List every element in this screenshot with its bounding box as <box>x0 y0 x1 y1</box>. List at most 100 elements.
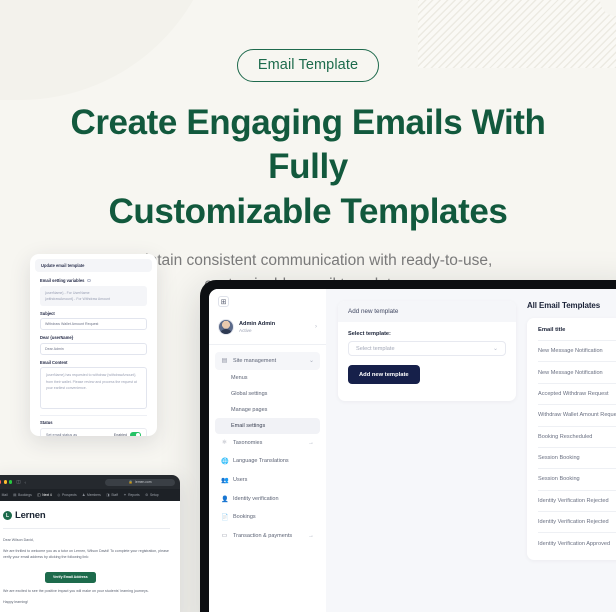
email-body: L Lernen Dear Wilson David, We are thril… <box>0 501 180 612</box>
table-row[interactable]: Session Booking <box>538 468 616 489</box>
members-icon: ♟ <box>82 493 86 497</box>
sidebar-toggle-icon[interactable]: ◫ <box>16 479 20 485</box>
add-template-header: Add new template <box>338 301 516 322</box>
status-toggle[interactable] <box>130 432 141 436</box>
dear-field-group: Dear {userName} Dear Admin <box>40 335 147 355</box>
subject-label: Subject <box>40 310 55 316</box>
variable-item: {withdrawAmount} - For Withdraw Amount <box>45 296 110 301</box>
arrow-right-icon: → <box>308 439 314 446</box>
select-template-label: Select template: <box>348 331 391 337</box>
dear-input[interactable]: Dear Admin <box>40 342 147 355</box>
sidebar-item-email-settings[interactable]: Email settings <box>215 417 320 434</box>
subject-input[interactable]: Withdraw Wallet Amount Request <box>40 318 147 331</box>
table-row[interactable]: Withdraw Wallet Amount Request <box>538 404 616 425</box>
url-text: lernen.com <box>135 480 152 484</box>
sidebar-item-label: Site management <box>233 357 277 364</box>
sidebar-item-label: Identity verification <box>233 495 279 502</box>
section-badge: Email Template <box>236 49 380 82</box>
close-icon[interactable] <box>0 480 2 484</box>
sidebar-item-language-translations[interactable]: 🌐 Language Translations <box>215 452 320 471</box>
sidebar-user-card[interactable]: Admin Admin Active › <box>209 315 326 345</box>
sidebar-item-label: Transaction & payments <box>233 532 293 539</box>
card-title: Update email template <box>35 259 152 272</box>
status-toggle-group[interactable]: Enabled <box>114 432 141 436</box>
page-root: Email Template Create Engaging Emails Wi… <box>0 0 616 612</box>
verify-email-button[interactable]: Verify Email Address <box>45 571 96 584</box>
divider <box>40 415 147 416</box>
tab-label: Prospects <box>62 493 77 497</box>
staff-icon: ◨ <box>106 493 110 497</box>
tab-reports[interactable]: ✦ Reports <box>123 493 139 497</box>
tab-members[interactable]: ♟ Members <box>82 493 101 497</box>
sidebar-item-taxonomies[interactable]: ⚛ Taxonomies → <box>215 434 320 452</box>
table-row[interactable]: Booking Rescheduled <box>538 425 616 447</box>
chevron-down-icon: ⌄ <box>308 358 314 365</box>
sidebar-item-transaction-payments[interactable]: ▭ Transaction & payments → <box>215 527 320 545</box>
table-row[interactable]: Identity Verification Rejected <box>538 511 616 532</box>
sidebar-item-global-settings[interactable]: Global settings <box>215 386 320 402</box>
reports-icon: ✦ <box>123 493 127 497</box>
sidebar-item-menus[interactable]: Menus <box>215 370 320 386</box>
tab-label: Reports <box>128 493 140 497</box>
hero-header: Email Template Create Engaging Emails Wi… <box>0 0 616 296</box>
tab-label: Next 4 <box>42 493 52 497</box>
email-content-textarea[interactable]: {userName} has requested to withdraw {wi… <box>40 367 147 410</box>
user-status: Active <box>239 328 252 334</box>
sidebar-item-manage-pages[interactable]: Manage pages <box>215 402 320 418</box>
tab-next-4[interactable]: ◫ Next 4 <box>37 493 52 497</box>
table-row[interactable]: Session Booking <box>538 446 616 468</box>
tab-staff[interactable]: ◨ Staff <box>106 493 118 497</box>
sidebar-item-bookings[interactable]: 📄 Bookings <box>215 508 320 527</box>
page-title-line2: Customizable Templates <box>108 191 508 231</box>
select-template-dropdown[interactable]: Select template ⌄ <box>348 341 506 356</box>
email-variables-text: Email setting variables <box>40 278 85 283</box>
add-template-body: Select template: Select template ⌄ Add n… <box>338 322 516 384</box>
table-row[interactable]: Identity Verification Rejected <box>538 489 616 511</box>
user-name: Admin Admin <box>239 320 276 327</box>
email-paragraph-1: We are thrilled to welcome you as a tuto… <box>3 548 169 560</box>
table-row[interactable]: Identity Verification Approved <box>538 532 616 553</box>
tab-prospects[interactable]: ◎ Prospects <box>57 493 76 497</box>
table-column-header-email-title: Email title <box>538 327 566 333</box>
tablet-screen: ⊞ Admin Admin Active › ▤ Site management… <box>209 289 616 612</box>
sidebar-logo[interactable]: ⊞ <box>209 296 326 315</box>
table-row[interactable]: New Message Notification <box>538 340 616 361</box>
sidebar-item-label: Language Translations <box>233 457 289 464</box>
email-variables-label: Email setting variables <box>40 278 147 283</box>
status-text: Set email status as <box>46 433 78 436</box>
document-icon: 📄 <box>221 514 229 522</box>
sidebar-item-users[interactable]: 👥 Users <box>215 470 320 489</box>
dear-label: Dear {userName} <box>40 335 74 341</box>
table-row[interactable]: Accepted Withdraw Request <box>538 382 616 404</box>
update-email-template-card: Update email template Email setting vari… <box>30 254 157 436</box>
taxonomies-icon: ⚛ <box>221 439 228 447</box>
card-icon: ▭ <box>221 532 228 540</box>
globe-icon: 🌐 <box>221 457 229 465</box>
site-management-icon: ▤ <box>221 357 228 365</box>
minimize-icon[interactable] <box>3 480 7 484</box>
sidebar-item-identity-verification[interactable]: 👤 Identity verification <box>215 489 320 508</box>
enabled-label: Enabled <box>113 433 127 436</box>
bookings-icon: ▤ <box>13 493 17 497</box>
maximize-icon[interactable] <box>9 480 13 484</box>
tab-mail[interactable]: ✉Mail <box>0 493 8 497</box>
email-paragraph-2: We are excited to see the positive impac… <box>3 589 149 594</box>
address-bar[interactable]: 🔒 lernen.com <box>105 478 175 486</box>
status-label: Status <box>40 419 53 425</box>
sidebar-item-site-management[interactable]: ▤ Site management ⌄ <box>215 352 320 370</box>
page-title-line1: Create Engaging Emails With Fully <box>70 103 546 187</box>
table-row[interactable]: New Message Notification <box>538 361 616 382</box>
window-controls[interactable] <box>0 480 13 484</box>
tab-label: Setup <box>149 493 159 497</box>
tab-bookings[interactable]: ▤ Bookings <box>13 493 32 497</box>
all-templates-panel: All Email Templates Email title New Mess… <box>527 301 616 612</box>
tab-label: Bookings <box>18 493 32 497</box>
add-new-template-button[interactable]: Add new template <box>348 365 420 384</box>
arrow-right-icon: → <box>308 532 314 539</box>
back-arrow-icon[interactable]: ‹ <box>25 480 26 485</box>
email-brand: L Lernen <box>3 510 170 521</box>
app-tab-bar: ✉Mail ▤Bookings ◫Next 4 ◎Prospects ♟Memb… <box>0 489 180 501</box>
select-template-value: Select template <box>356 345 395 352</box>
tab-setup[interactable]: ⚙ Setup <box>145 493 158 497</box>
tab-label: Members <box>87 493 101 497</box>
